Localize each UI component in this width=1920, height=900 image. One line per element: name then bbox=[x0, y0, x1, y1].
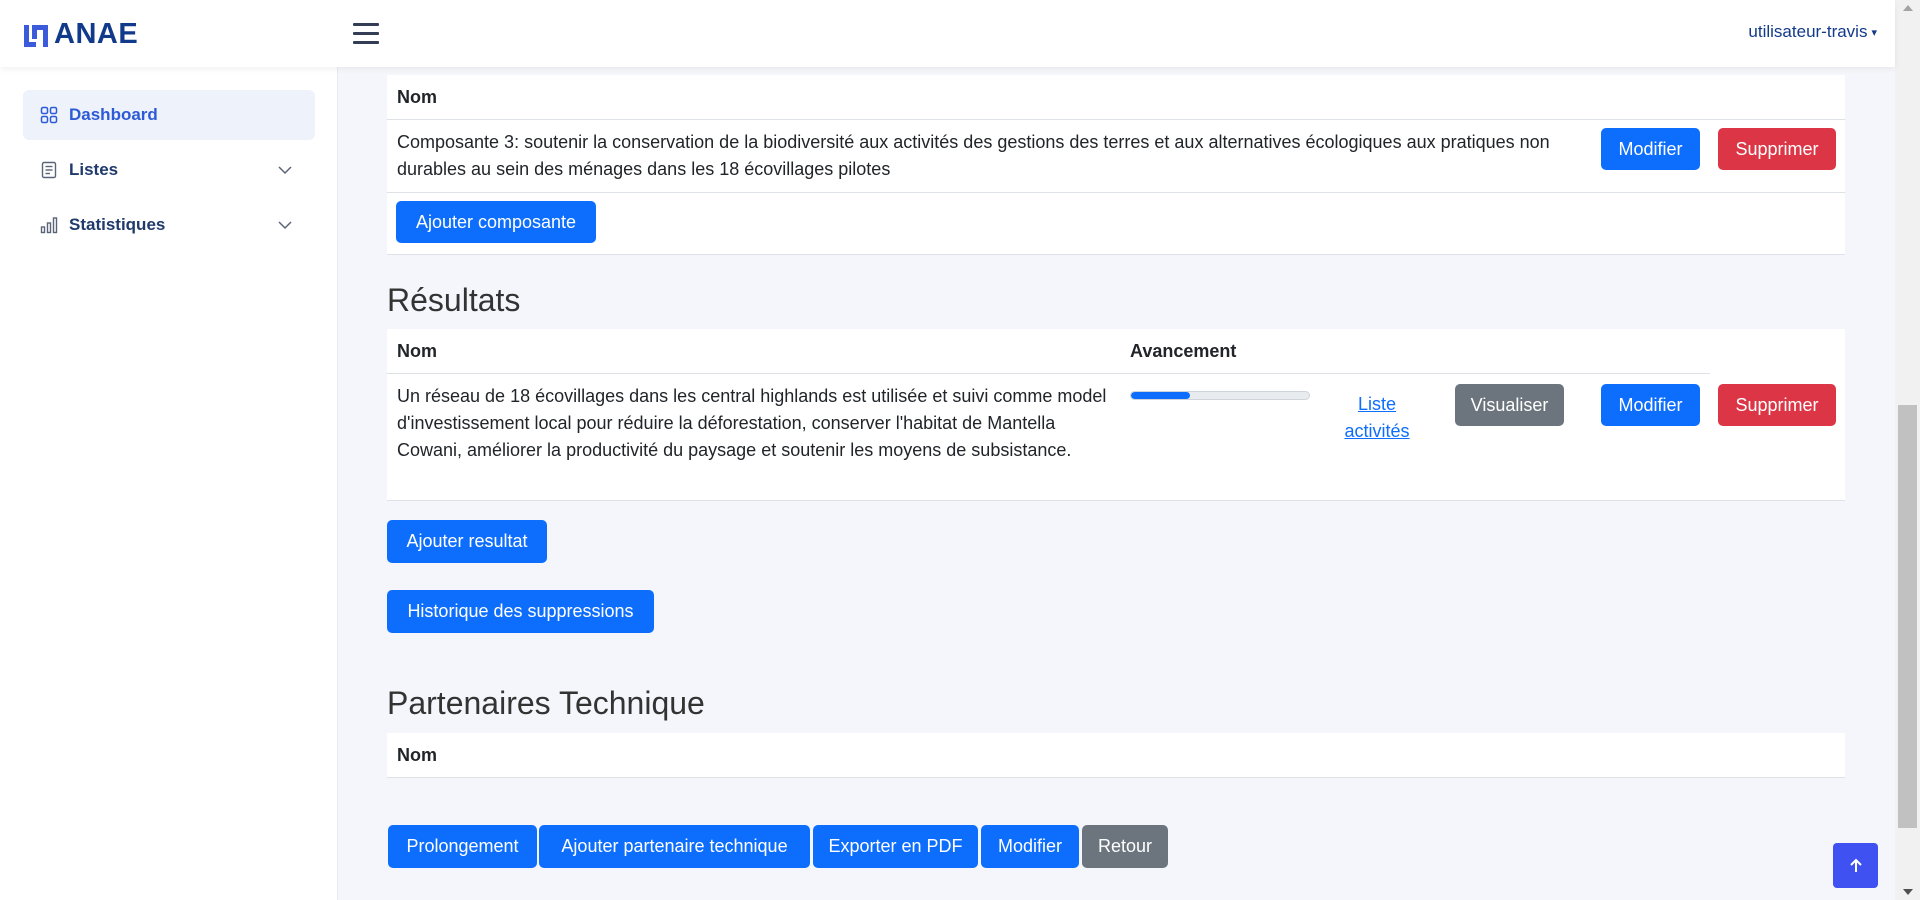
main-content: Nom Composante 3: soutenir la conservati… bbox=[338, 67, 1895, 900]
sidebar-item-label: Listes bbox=[69, 160, 119, 179]
partenaires-title: Partenaires Technique bbox=[387, 685, 705, 721]
resultats-table: Nom Avancement Un réseau de 18 écovillag… bbox=[387, 329, 1845, 501]
brand-logo[interactable]: ANAE bbox=[22, 18, 138, 51]
back-to-top-button[interactable] bbox=[1833, 843, 1878, 888]
modifier-projet-button[interactable]: Modifier bbox=[981, 825, 1079, 868]
scroll-up-icon[interactable] bbox=[1903, 5, 1913, 11]
chevron-down-icon bbox=[278, 166, 292, 175]
table-row: Composante 3: soutenir la conservation d… bbox=[387, 120, 1845, 193]
retour-button[interactable]: Retour bbox=[1082, 825, 1168, 868]
supprimer-button[interactable]: Supprimer bbox=[1718, 128, 1836, 170]
user-name: utilisateur-travis bbox=[1748, 22, 1868, 41]
brand-name: ANAE bbox=[54, 18, 139, 50]
bar-chart-icon bbox=[40, 217, 58, 234]
sidebar-item-listes[interactable]: Listes bbox=[23, 145, 315, 195]
arrow-up-icon bbox=[1849, 858, 1862, 872]
list-icon bbox=[41, 161, 57, 179]
sidebar-item-label: Dashboard bbox=[69, 105, 158, 124]
column-header-avancement: Avancement bbox=[1130, 341, 1237, 361]
composantes-table: Nom Composante 3: soutenir la conservati… bbox=[387, 75, 1845, 255]
avancement-progress-bar bbox=[1130, 391, 1310, 400]
sidebar-item-statistiques[interactable]: Statistiques bbox=[23, 200, 315, 250]
visualiser-button[interactable]: Visualiser bbox=[1455, 384, 1564, 426]
page-scrollbar[interactable] bbox=[1895, 0, 1920, 900]
top-navbar: ANAE utilisateur-travis ▾ bbox=[0, 0, 1895, 67]
historique-suppressions-button[interactable]: Historique des suppressions bbox=[387, 590, 654, 633]
progress-fill bbox=[1131, 392, 1190, 399]
supprimer-button[interactable]: Supprimer bbox=[1718, 384, 1836, 426]
resultats-title: Résultats bbox=[387, 282, 521, 318]
user-dropdown[interactable]: utilisateur-travis ▾ bbox=[1748, 22, 1877, 42]
caret-down-icon: ▾ bbox=[1871, 27, 1877, 40]
table-header-row: Nom bbox=[387, 75, 1845, 120]
grid-icon bbox=[40, 106, 58, 124]
table-footer-row: Ajouter composante bbox=[387, 193, 1845, 255]
table-header-row: Nom Avancement bbox=[387, 329, 1710, 374]
liste-activites-link[interactable]: Liste activités bbox=[1327, 391, 1427, 445]
column-header-nom: Nom bbox=[397, 87, 437, 107]
sidebar: Dashboard Listes Statistiques bbox=[0, 67, 338, 900]
modifier-button[interactable]: Modifier bbox=[1601, 128, 1700, 170]
modifier-button[interactable]: Modifier bbox=[1601, 384, 1700, 426]
column-header-nom: Nom bbox=[397, 341, 437, 361]
scroll-down-icon[interactable] bbox=[1903, 889, 1913, 895]
sidebar-item-dashboard[interactable]: Dashboard bbox=[23, 90, 315, 140]
scroll-thumb[interactable] bbox=[1898, 405, 1917, 828]
add-resultat-button[interactable]: Ajouter resultat bbox=[387, 520, 547, 563]
table-header-row: Nom bbox=[387, 733, 1845, 778]
partenaires-table: Nom bbox=[387, 733, 1845, 778]
column-header-nom: Nom bbox=[397, 745, 437, 765]
chevron-down-icon bbox=[278, 221, 292, 230]
prolongement-button[interactable]: Prolongement bbox=[388, 825, 537, 868]
resultat-name: Un réseau de 18 écovillages dans les cen… bbox=[397, 386, 1107, 460]
logo-icon bbox=[24, 24, 48, 47]
exporter-pdf-button[interactable]: Exporter en PDF bbox=[813, 825, 978, 868]
table-row: Un réseau de 18 écovillages dans les cen… bbox=[387, 374, 1845, 501]
sidebar-item-label: Statistiques bbox=[69, 215, 166, 234]
ajouter-partenaire-button[interactable]: Ajouter partenaire technique bbox=[539, 825, 810, 868]
menu-toggle-icon[interactable] bbox=[353, 21, 379, 45]
add-composante-button[interactable]: Ajouter composante bbox=[396, 201, 596, 243]
composante-name: Composante 3: soutenir la conservation d… bbox=[397, 132, 1550, 179]
